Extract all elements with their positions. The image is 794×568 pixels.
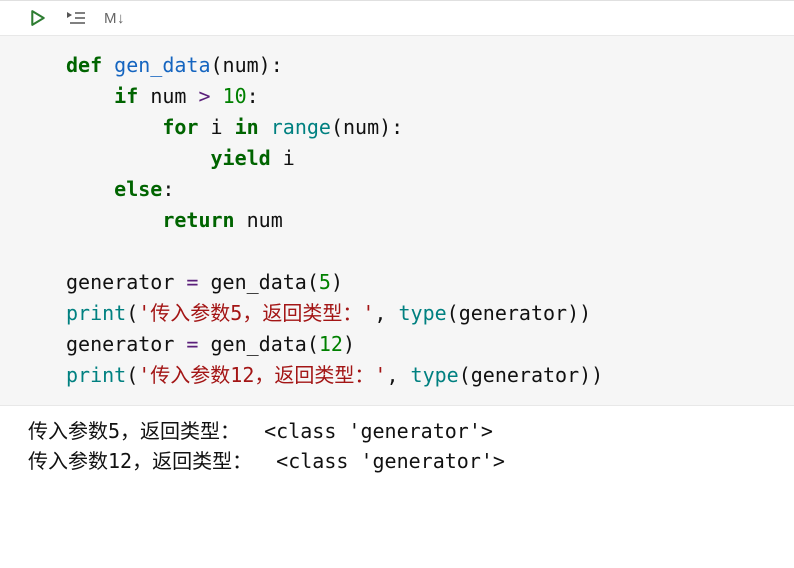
kw-return: return xyxy=(162,208,234,232)
output-line: 传入参数5，返回类型： <class 'generator'> xyxy=(28,419,493,443)
builtin-print: print xyxy=(66,301,126,325)
run-by-line-icon[interactable] xyxy=(66,8,86,28)
notebook-cell: M↓ def gen_data(num): if num > 10: for i… xyxy=(0,0,794,476)
cell-output: 传入参数5，返回类型： <class 'generator'> 传入参数12，返… xyxy=(0,406,794,476)
kw-for: for xyxy=(162,115,198,139)
fn-name: gen_data xyxy=(114,53,210,77)
code-content[interactable]: def gen_data(num): if num > 10: for i in… xyxy=(0,50,794,391)
kw-yield: yield xyxy=(211,146,271,170)
builtin-range: range xyxy=(271,115,331,139)
builtin-type: type xyxy=(398,301,446,325)
string-literal: '传入参数12，返回类型：' xyxy=(138,363,386,387)
cell-type-label[interactable]: M↓ xyxy=(104,10,125,27)
builtin-print: print xyxy=(66,363,126,387)
cell-toolbar: M↓ xyxy=(0,1,794,35)
kw-else: else xyxy=(114,177,162,201)
output-line: 传入参数12，返回类型： <class 'generator'> xyxy=(28,449,505,473)
string-literal: '传入参数5，返回类型：' xyxy=(138,301,374,325)
code-editor[interactable]: def gen_data(num): if num > 10: for i in… xyxy=(0,35,794,406)
builtin-type: type xyxy=(411,363,459,387)
kw-if: if xyxy=(114,84,138,108)
run-cell-icon[interactable] xyxy=(28,8,48,28)
kw-def: def xyxy=(66,53,102,77)
